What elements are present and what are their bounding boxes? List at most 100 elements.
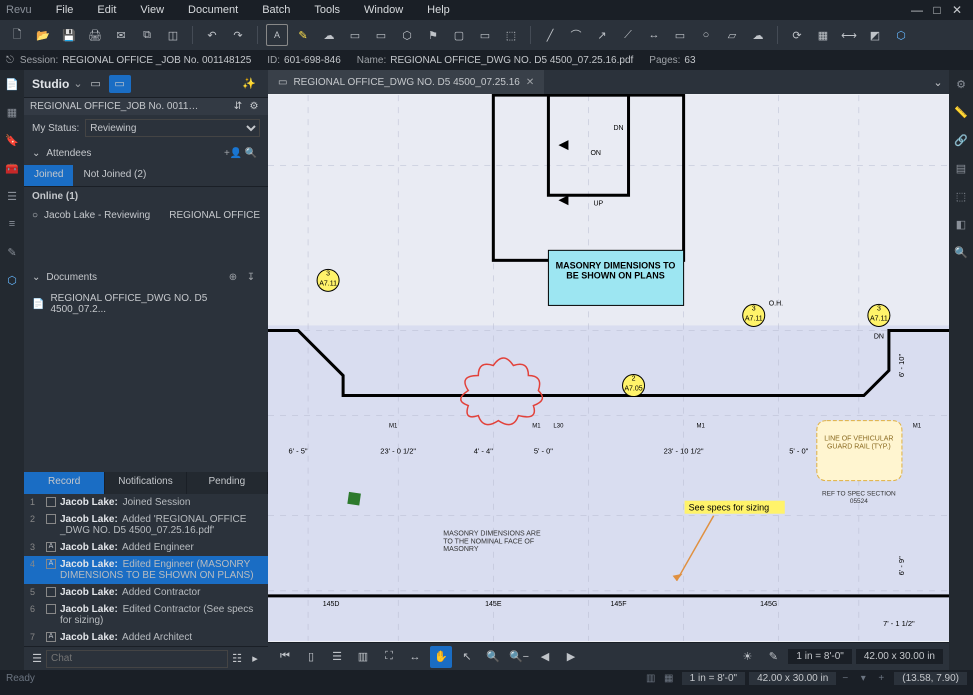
record-row[interactable]: 3AJacob Lake: Added Engineer bbox=[24, 539, 268, 556]
split-icon[interactable]: ◫ bbox=[162, 24, 184, 46]
3d-icon[interactable]: ◧ bbox=[953, 216, 969, 232]
chat-filter-icon[interactable]: ☷ bbox=[228, 652, 246, 665]
draw-line-icon[interactable]: ╱ bbox=[539, 24, 561, 46]
attendee-row[interactable]: ○ Jacob Lake - Reviewing REGIONAL OFFICE bbox=[24, 206, 268, 225]
nav-first-icon[interactable]: ⏮ bbox=[274, 646, 296, 668]
menu-window[interactable]: Window bbox=[352, 4, 415, 16]
print-icon[interactable]: 🖨 bbox=[84, 24, 106, 46]
continuous-icon[interactable]: ☰ bbox=[326, 646, 348, 668]
fit-page-icon[interactable]: ⛶ bbox=[378, 646, 400, 668]
flag-tool-icon[interactable]: ⚑ bbox=[422, 24, 444, 46]
add-doc-icon[interactable]: ⊕ bbox=[224, 272, 242, 283]
draw-arrow-icon[interactable]: ↗ bbox=[591, 24, 613, 46]
signatures-icon[interactable]: ✎ bbox=[4, 244, 20, 260]
thumbnails-icon[interactable]: ▦ bbox=[4, 104, 20, 120]
pan-tool-icon[interactable]: ✋ bbox=[430, 646, 452, 668]
ellipse-icon[interactable]: ○ bbox=[695, 24, 717, 46]
tab-joined[interactable]: Joined bbox=[24, 165, 73, 186]
snapshot-icon[interactable]: ⧉ bbox=[136, 24, 158, 46]
redo-icon[interactable]: ↷ bbox=[227, 24, 249, 46]
menu-batch[interactable]: Batch bbox=[250, 4, 302, 16]
measurements-icon[interactable]: 📏 bbox=[953, 104, 969, 120]
record-row[interactable]: 7AJacob Lake: Added Architect bbox=[24, 629, 268, 646]
cloud-tool-icon[interactable]: ☁ bbox=[318, 24, 340, 46]
stamp-tool-icon[interactable]: ⬡ bbox=[396, 24, 418, 46]
dimension-icon[interactable]: ↔ bbox=[643, 24, 665, 46]
menu-tools[interactable]: Tools bbox=[302, 4, 352, 16]
single-page-icon[interactable]: ▯ bbox=[300, 646, 322, 668]
tab-not-joined[interactable]: Not Joined (2) bbox=[73, 165, 156, 186]
record-row[interactable]: 4AJacob Lake: Edited Engineer (MASONRY D… bbox=[24, 556, 268, 584]
properties-icon[interactable]: ☰ bbox=[4, 188, 20, 204]
rect-tool-icon[interactable]: ▭ bbox=[474, 24, 496, 46]
text-tool-icon[interactable]: A bbox=[266, 24, 288, 46]
panel-dropdown-icon[interactable]: ⌄ bbox=[73, 77, 82, 90]
image-tool-icon[interactable]: ▭ bbox=[344, 24, 366, 46]
select-tool-icon[interactable]: ↖ bbox=[456, 646, 478, 668]
doc-sort-icon[interactable]: ↧ bbox=[242, 272, 260, 283]
polygon-icon[interactable]: ▱ bbox=[721, 24, 743, 46]
settings-icon[interactable]: ◩ bbox=[864, 24, 886, 46]
draw-polyline-icon[interactable]: ⟋ bbox=[617, 24, 639, 46]
next-view-icon[interactable]: ▶ bbox=[560, 646, 582, 668]
rectangle-icon[interactable]: ▭ bbox=[669, 24, 691, 46]
undo-icon[interactable]: ↶ bbox=[201, 24, 223, 46]
save-icon[interactable]: 💾 bbox=[58, 24, 80, 46]
menu-document[interactable]: Document bbox=[176, 4, 250, 16]
close-tab-icon[interactable]: ✕ bbox=[526, 77, 534, 88]
spaces-icon[interactable]: ⬚ bbox=[953, 188, 969, 204]
chat-icon[interactable]: ☰ bbox=[28, 652, 46, 665]
links-icon[interactable]: 🔗 bbox=[953, 132, 969, 148]
scale-icon[interactable]: ✎ bbox=[762, 646, 784, 668]
scale-value[interactable]: 1 in = 8'-0" bbox=[788, 649, 851, 664]
symbol-tool-icon[interactable]: ▢ bbox=[448, 24, 470, 46]
chat-input[interactable] bbox=[46, 650, 228, 668]
sf-dropdown-icon[interactable]: ▾ bbox=[854, 673, 872, 684]
draw-arc-icon[interactable]: ⌒ bbox=[565, 24, 587, 46]
align-icon[interactable]: ▦ bbox=[812, 24, 834, 46]
menu-view[interactable]: View bbox=[128, 4, 176, 16]
record-row[interactable]: 2Jacob Lake: Added 'REGIONAL OFFICE _DWG… bbox=[24, 511, 268, 539]
zoom-tool-icon[interactable]: 🔍 bbox=[482, 646, 504, 668]
view-mode-2-icon[interactable]: ▭ bbox=[109, 75, 131, 93]
measure-width-icon[interactable]: ⟷ bbox=[838, 24, 860, 46]
studio-icon[interactable]: ⬡ bbox=[890, 24, 912, 46]
brightness-icon[interactable]: ☀ bbox=[736, 646, 758, 668]
documents-header[interactable]: ⌄ Documents ⊕ ↧ bbox=[24, 265, 268, 289]
zoom-out-icon[interactable]: 🔍− bbox=[508, 646, 530, 668]
cloud2-icon[interactable]: ☁ bbox=[747, 24, 769, 46]
tab-notifications[interactable]: Notifications bbox=[105, 472, 186, 494]
side-by-side-icon[interactable]: ▥ bbox=[352, 646, 374, 668]
session-settings-icon[interactable]: ⇵ bbox=[230, 101, 246, 112]
doc-tabs-dropdown-icon[interactable]: ⌄ bbox=[927, 76, 949, 89]
sf-zoom-out-icon[interactable]: − bbox=[836, 673, 854, 684]
open-file-icon[interactable]: 📂 bbox=[32, 24, 54, 46]
window-maximize[interactable]: □ bbox=[927, 3, 947, 17]
panel-magic-icon[interactable]: ✨ bbox=[238, 75, 260, 93]
dashed-rect-icon[interactable]: ⬚ bbox=[500, 24, 522, 46]
sf-layout-icon[interactable]: ▦ bbox=[660, 673, 678, 684]
chat-send-icon[interactable]: ▸ bbox=[246, 652, 264, 665]
file-access-icon[interactable]: 📄 bbox=[4, 76, 20, 92]
forms-icon[interactable]: ▤ bbox=[953, 160, 969, 176]
record-row[interactable]: 5Jacob Lake: Added Contractor bbox=[24, 584, 268, 601]
view-mode-1-icon[interactable]: ▭ bbox=[85, 75, 107, 93]
sf-panel-icon[interactable]: ▥ bbox=[642, 673, 660, 684]
window-minimize[interactable]: — bbox=[907, 3, 927, 17]
record-row[interactable]: 6Jacob Lake: Edited Contractor (See spec… bbox=[24, 601, 268, 629]
my-status-select[interactable]: Reviewing bbox=[85, 119, 260, 137]
sf-scale[interactable]: 1 in = 8'-0" bbox=[682, 672, 745, 685]
session-leave-icon[interactable]: ⎋ bbox=[6, 55, 14, 66]
tool-chest-icon[interactable]: 🧰 bbox=[4, 160, 20, 176]
attendee-search-icon[interactable]: 🔍 bbox=[242, 148, 260, 159]
bookmarks-icon[interactable]: 🔖 bbox=[4, 132, 20, 148]
line-tool-icon[interactable]: ▭ bbox=[370, 24, 392, 46]
menu-edit[interactable]: Edit bbox=[85, 4, 128, 16]
drawing-canvas[interactable]: MASONRY DIMENSIONS TOBE SHOWN ON PLANS L… bbox=[268, 94, 949, 642]
new-file-icon[interactable]: 🗋 bbox=[6, 24, 28, 46]
document-row[interactable]: 📄 REGIONAL OFFICE_DWG NO. D5 4500_07.2..… bbox=[24, 289, 268, 319]
menu-help[interactable]: Help bbox=[415, 4, 462, 16]
menu-file[interactable]: File bbox=[44, 4, 86, 16]
studio-panel-icon[interactable]: ⬡ bbox=[4, 272, 20, 288]
gear-icon[interactable]: ⚙ bbox=[953, 76, 969, 92]
